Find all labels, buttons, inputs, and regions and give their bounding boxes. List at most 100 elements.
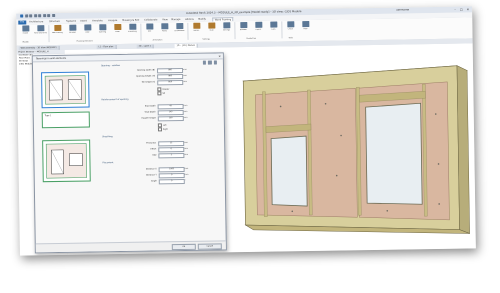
open-icon[interactable] — [24, 14, 28, 18]
tab-massing[interactable]: Massing & Site — [122, 19, 139, 22]
measure-icon[interactable] — [47, 14, 51, 18]
tab-systems[interactable]: Systems — [66, 20, 76, 23]
undo-icon[interactable] — [33, 14, 37, 18]
stud-depth-input[interactable]: 145 — [157, 109, 184, 116]
marks-icon — [160, 23, 168, 30]
tab-file[interactable]: File — [18, 19, 27, 25]
plate-button[interactable]: Plate — [110, 23, 124, 37]
opening-width-input[interactable]: 900 — [157, 67, 184, 74]
group-label: Tools — [288, 36, 293, 39]
thickness-input[interactable]: 12 — [158, 140, 185, 147]
group-separator — [187, 22, 189, 40]
opening-type-thumbnail[interactable] — [41, 71, 90, 109]
lists-button[interactable]: Lists — [266, 21, 280, 34]
tab-insert[interactable]: Insert — [80, 19, 87, 22]
tab-collaborate[interactable]: Collaborate — [144, 18, 157, 21]
user-name[interactable]: username — [396, 9, 409, 12]
distance-x-input[interactable]: 1000 — [158, 166, 185, 173]
field-header-height: Header height 195 mm — [141, 115, 188, 122]
number-icon — [239, 21, 247, 29]
group-separator — [140, 23, 142, 41]
batten-button[interactable]: Batten — [189, 22, 203, 36]
export-button[interactable]: Export — [251, 21, 265, 35]
group-label: Annotation — [152, 38, 163, 41]
tab-manage[interactable]: Manage — [171, 18, 180, 21]
window-button[interactable]: Window — [65, 24, 79, 38]
info-icon[interactable] — [213, 60, 217, 65]
group-label: Modify — [22, 40, 29, 43]
text-icon — [145, 23, 153, 30]
field-thickness: Thickness 12 mm — [102, 140, 222, 147]
gap-input[interactable]: 2 — [158, 152, 185, 159]
section-sheathing: Sheathing — [102, 136, 113, 139]
stud-width-input[interactable]: 45 — [157, 103, 184, 110]
wall-framing-button[interactable]: Wall framing — [50, 24, 64, 38]
field-distance-x: Distance X 1000 mm — [145, 166, 189, 173]
dimensions-button[interactable]: Dimensions — [172, 22, 186, 36]
tab-addins[interactable]: Add-Ins — [185, 18, 194, 21]
sill-height-input[interactable]: 800 — [157, 79, 184, 86]
right-checkbox[interactable]: Right — [157, 127, 168, 132]
door-button[interactable]: Door — [80, 24, 94, 37]
print-icon[interactable] — [42, 14, 46, 18]
tab-annotate[interactable]: Annotate — [92, 19, 103, 22]
stud-button[interactable]: Stud — [204, 22, 218, 35]
opening-type-thumbnail[interactable] — [42, 139, 91, 183]
field-opening-width: Opening width (B) 900 mm — [136, 67, 187, 74]
section-placement: Placement — [102, 162, 114, 165]
app-menu-icon[interactable] — [20, 14, 24, 18]
lists-icon — [269, 21, 277, 28]
tab-view[interactable]: View — [162, 18, 167, 21]
save-icon[interactable] — [29, 14, 33, 18]
window-controls: – □ ✕ — [454, 7, 469, 11]
frame-icon — [21, 25, 29, 32]
field-opening-height: Opening height (H) 900 mm — [135, 73, 187, 80]
help-button[interactable]: Help — [298, 21, 312, 34]
help-icon — [301, 21, 309, 28]
field-stud-depth: Stud depth 145 mm — [144, 109, 188, 116]
close-button[interactable]: ✕ — [467, 7, 470, 11]
opening-button[interactable]: Opening — [95, 24, 109, 37]
distance-y-input[interactable]: 0 — [158, 172, 185, 179]
tab-modify[interactable]: Modify — [198, 18, 206, 21]
close-icon[interactable]: ✕ — [218, 54, 221, 58]
ok-button[interactable]: OK — [171, 243, 196, 251]
save-preset-icon[interactable] — [202, 60, 206, 65]
opening-height-input[interactable]: 900 — [157, 73, 184, 80]
window-opening-right — [365, 102, 423, 205]
sheathing-icon — [128, 23, 136, 30]
redo-icon[interactable] — [38, 14, 42, 18]
field-offset: Offset 0 mm — [102, 146, 222, 153]
sill-checkbox[interactable]: Sill — [157, 91, 165, 96]
sheathing-button[interactable]: Sheathing — [125, 23, 139, 37]
panel-icon — [36, 25, 44, 32]
tab-structure[interactable]: Structure — [49, 20, 60, 23]
3d-view-icon[interactable] — [51, 13, 55, 18]
opening-type-label: Type 1 — [41, 111, 90, 129]
cancel-button[interactable]: Cancel — [197, 243, 222, 250]
maximize-button[interactable]: □ — [460, 8, 463, 12]
load-preset-icon[interactable] — [207, 60, 212, 65]
text-button[interactable]: Text — [142, 23, 156, 36]
tab-analyze[interactable]: Analyze — [108, 19, 117, 22]
field-distance-y: Distance Y 0 mm — [146, 172, 189, 179]
check-button[interactable]: Check — [283, 21, 297, 34]
panel-elements-button[interactable]: Panel elements — [33, 25, 47, 38]
angle-input[interactable]: 0 — [158, 178, 185, 185]
group-label: Production — [246, 37, 257, 40]
dialog-footer: OK Cancel — [35, 240, 226, 253]
group-label: Settings — [202, 38, 210, 41]
header-height-input[interactable]: 195 — [157, 115, 184, 122]
tab-architecture[interactable]: Architecture — [29, 20, 43, 23]
settings-button[interactable]: Settings — [219, 22, 233, 35]
minimize-button[interactable]: – — [454, 8, 456, 12]
frame-button[interactable]: Frame — [18, 25, 32, 38]
offset-input[interactable]: 0 — [158, 146, 185, 153]
marks-button[interactable]: Marks — [157, 23, 171, 36]
dialog-toolbar — [202, 60, 217, 65]
field-sill-height: Sill height (h) 800 mm — [141, 79, 187, 86]
group-separator — [234, 22, 236, 40]
door-icon — [83, 24, 91, 31]
number-button[interactable]: Number — [236, 21, 250, 35]
opening-parameters-form: Opening width (B) 900 mm Opening height … — [101, 67, 221, 185]
